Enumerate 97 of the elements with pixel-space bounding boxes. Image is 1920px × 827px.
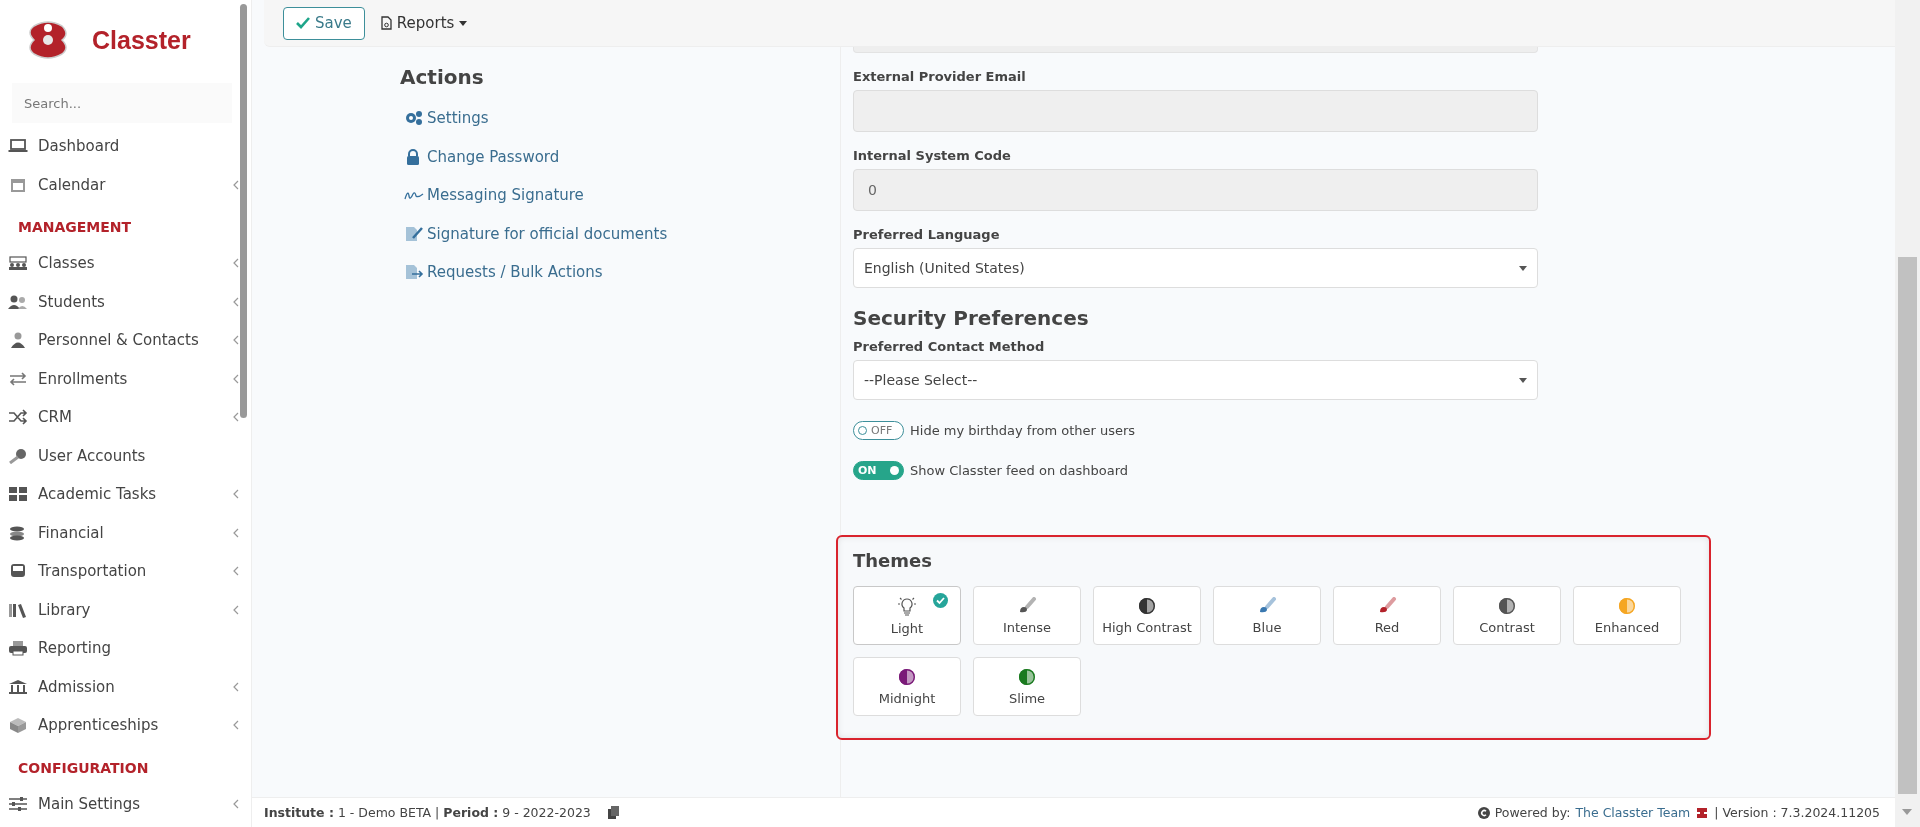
key-icon — [8, 447, 28, 464]
caret-icon — [459, 20, 468, 26]
select-field[interactable]: --Please Select-- — [853, 360, 1538, 400]
shuffle-icon — [8, 409, 28, 426]
bus-icon — [8, 563, 28, 580]
section-heading: Security Preferences — [853, 305, 1090, 332]
caret-icon — [1519, 265, 1527, 271]
copyright-icon — [1477, 806, 1490, 819]
field-label: Internal System Code — [853, 147, 1012, 165]
document-icon — [380, 16, 392, 30]
action-link[interactable]: Messaging Signature — [404, 176, 584, 215]
nav-item[interactable]: User Accounts — [0, 436, 251, 475]
theme-option[interactable]: Enhanced — [1573, 586, 1681, 645]
doc-pen-icon — [404, 225, 424, 242]
chevron-icon — [233, 798, 239, 809]
bank-icon — [8, 678, 28, 695]
chevron-icon — [233, 720, 239, 731]
toggle-switch[interactable]: OFF — [853, 420, 904, 440]
actions-heading: Actions — [400, 65, 484, 89]
nav-item[interactable]: Main Settings — [0, 784, 251, 823]
nav-item[interactable]: Enrollments — [0, 359, 251, 398]
action-link[interactable]: Requests / Bulk Actions — [404, 253, 603, 292]
reports-button[interactable]: Reports — [380, 14, 468, 32]
doc-arrow-icon — [404, 264, 424, 281]
check-badge-icon — [933, 593, 948, 608]
chevron-icon — [233, 373, 239, 384]
calendar-icon — [8, 176, 28, 193]
action-link[interactable]: Signature for official documents — [404, 214, 668, 253]
theme-option[interactable]: Red — [1333, 586, 1441, 645]
field-label: Preferred Language — [853, 226, 1001, 244]
chevron-icon — [233, 412, 239, 423]
theme-option[interactable]: Contrast — [1453, 586, 1561, 645]
people-icon — [8, 293, 28, 310]
theme-option[interactable]: Slime — [973, 657, 1081, 716]
theme-option[interactable]: Blue — [1213, 586, 1321, 645]
action-link[interactable]: Settings — [404, 99, 489, 138]
check-icon — [296, 17, 310, 29]
nav-item[interactable]: Admission — [0, 667, 251, 706]
nav-item[interactable]: Library — [0, 590, 251, 629]
version-text: | Version : 7.3.2024.11205 — [1714, 805, 1880, 820]
person-icon — [8, 332, 28, 349]
nav-item[interactable]: CRM — [0, 398, 251, 437]
chevron-icon — [233, 335, 239, 346]
chevron-icon — [233, 566, 239, 577]
theme-option[interactable]: Midnight — [853, 657, 961, 716]
chevron-icon — [233, 258, 239, 269]
field-label: Preferred Contact Method — [853, 338, 1046, 356]
powered-by-text: Powered by: — [1494, 805, 1571, 820]
section-heading: CONFIGURATION — [17, 758, 150, 778]
themes-heading: Themes — [853, 549, 933, 573]
gears-icon — [404, 110, 424, 127]
exchange-icon — [8, 370, 28, 387]
logo-icon — [26, 20, 70, 60]
copy-icon[interactable] — [607, 806, 619, 819]
cube-icon — [8, 717, 28, 734]
scrollbar[interactable] — [240, 4, 247, 418]
nav-item[interactable]: Calendar — [0, 165, 251, 204]
select-field[interactable]: English (United States) — [853, 248, 1538, 288]
theme-option[interactable]: High Contrast — [1093, 586, 1201, 645]
sliders-icon — [8, 795, 28, 812]
team-link[interactable]: The Classter Team — [1575, 805, 1691, 820]
laptop-icon — [8, 138, 28, 155]
nav-item[interactable]: Financial — [0, 513, 251, 552]
nav-item[interactable]: Apprenticeships — [0, 706, 251, 745]
footer-info: Institute : 1 - Demo BETA | Period : 9 - 2022-2023 — [264, 805, 591, 820]
toggle-label: Hide my birthday from other users — [910, 422, 1136, 438]
chevron-icon — [233, 604, 239, 615]
classes-icon — [8, 255, 28, 272]
nav-item[interactable]: Reporting — [0, 629, 251, 668]
field-label: External Provider Email — [853, 68, 1027, 86]
nav-item[interactable]: Transportation — [0, 552, 251, 591]
nav-item[interactable]: Students — [0, 282, 251, 321]
chevron-icon — [233, 489, 239, 500]
theme-option[interactable]: Light — [853, 586, 961, 645]
scrollbar[interactable] — [1895, 0, 1920, 827]
nav-item[interactable]: Dashboard — [0, 127, 251, 166]
section-heading: MANAGEMENT — [17, 218, 133, 237]
lightbulb-icon — [895, 595, 919, 616]
chevron-icon — [233, 296, 239, 307]
grid-icon — [8, 486, 28, 503]
chevron-icon — [233, 179, 239, 190]
theme-option[interactable]: Intense — [973, 586, 1081, 645]
nav-item[interactable]: Personnel & Contacts — [0, 321, 251, 360]
save-button[interactable]: Save — [283, 6, 365, 40]
toggle-label: Show Classter feed on dashboard — [910, 462, 1129, 478]
search-field[interactable]: Search... — [12, 83, 232, 123]
action-link[interactable]: Change Password — [404, 137, 560, 176]
nav-item[interactable]: Academic Tasks — [0, 475, 251, 514]
arrow-down-icon[interactable] — [1902, 809, 1912, 815]
logo-icon — [1695, 805, 1710, 820]
brand-name: Classter — [92, 25, 191, 55]
chevron-icon — [233, 527, 239, 538]
caret-icon — [1519, 377, 1527, 383]
books-icon — [8, 601, 28, 618]
nav-item[interactable]: Classes — [0, 244, 251, 283]
printer-icon — [8, 640, 28, 657]
chevron-icon — [233, 681, 239, 692]
